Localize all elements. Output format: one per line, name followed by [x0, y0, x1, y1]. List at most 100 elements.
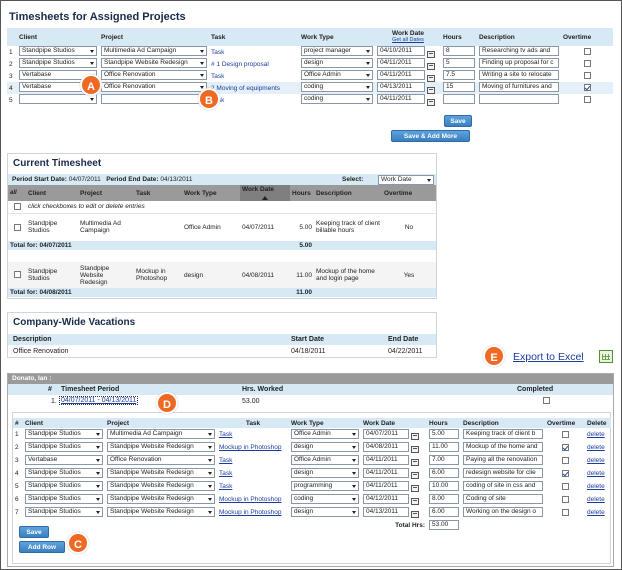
calendar-icon[interactable] [426, 74, 435, 82]
timesheet-entry-row[interactable]: Standpipe Studios Multimedia Ad Campaign… [8, 213, 436, 241]
calendar-icon[interactable] [410, 446, 419, 454]
work-type-select[interactable]: design [291, 467, 359, 478]
delete-link[interactable]: delete [587, 509, 605, 516]
export-to-excel-link[interactable]: Export to Excel [513, 351, 584, 363]
work-type-select[interactable]: coding [301, 82, 373, 92]
entry-checkbox[interactable] [13, 223, 21, 231]
project-select[interactable]: Standpipe Website Redesign [107, 506, 215, 517]
task-link[interactable]: Mockup in Photoshop [219, 444, 282, 451]
delete-link[interactable]: delete [587, 431, 605, 438]
project-select[interactable]: Multimedia Ad Campaign [107, 428, 215, 439]
work-type-select[interactable]: Office Admin [291, 428, 359, 439]
work-type-select[interactable]: design [301, 58, 373, 68]
overtime-checkbox[interactable] [583, 48, 591, 56]
overtime-checkbox[interactable] [583, 72, 591, 80]
work-date-input[interactable]: 04/11/2011 [377, 94, 425, 104]
overtime-checkbox[interactable] [561, 456, 569, 464]
task-link[interactable]: Task [219, 470, 232, 477]
work-date-input[interactable]: 04/13/2011 [363, 506, 409, 517]
work-type-select[interactable]: coding [301, 94, 373, 104]
hours-input[interactable]: 15 [443, 82, 475, 92]
task-link[interactable]: Task [211, 73, 224, 80]
description-input[interactable]: Paying all the renovation [463, 454, 543, 465]
work-date-input[interactable]: 04/11/2011 [377, 58, 425, 68]
client-select[interactable]: Standpipe Studios [25, 467, 103, 478]
calendar-icon[interactable] [426, 98, 435, 106]
excel-icon[interactable] [599, 350, 613, 363]
hours-input[interactable]: 6.00 [429, 467, 459, 478]
overtime-checkbox[interactable] [561, 482, 569, 490]
overtime-checkbox[interactable] [561, 430, 569, 438]
select-all-label[interactable]: all [8, 185, 26, 201]
sort-select[interactable]: Work Date [378, 175, 434, 185]
client-select[interactable]: Standpipe Studios [19, 58, 97, 68]
project-select[interactable] [101, 94, 207, 104]
description-input[interactable]: redesign website for clie [463, 467, 543, 478]
project-select[interactable]: Office Renovation [101, 70, 207, 80]
description-input[interactable]: Mockup of the home and [463, 441, 543, 452]
description-input[interactable]: Moving of furnitures and [479, 82, 559, 92]
delete-link[interactable]: delete [587, 444, 605, 451]
client-select[interactable]: Standpipe Studios [25, 506, 103, 517]
overtime-checkbox[interactable] [583, 96, 591, 104]
hours-input[interactable]: 6.00 [429, 506, 459, 517]
task-link[interactable]: Mockup in Photoshop [219, 496, 282, 503]
hours-input[interactable]: 8.00 [429, 493, 459, 504]
client-select[interactable]: Standpipe Studios [19, 46, 97, 56]
client-select[interactable]: Standpipe Studios [25, 480, 103, 491]
client-select[interactable]: Vertabase [25, 454, 103, 465]
save-add-more-button[interactable]: Save & Add More [391, 130, 470, 142]
project-select[interactable]: Standpipe Website Redesign [107, 493, 215, 504]
work-type-select[interactable]: programming [291, 480, 359, 491]
work-type-select[interactable]: coding [291, 493, 359, 504]
calendar-icon[interactable] [410, 511, 419, 519]
work-type-select[interactable]: Office Admin [291, 454, 359, 465]
description-input[interactable]: Researching tv ads and [479, 46, 559, 56]
overtime-checkbox[interactable] [583, 84, 591, 92]
calendar-icon[interactable] [410, 498, 419, 506]
work-date-input[interactable]: 04/13/2011 [377, 82, 425, 92]
description-input[interactable]: Keeping track of client b [463, 428, 543, 439]
hours-input[interactable]: 7.00 [429, 454, 459, 465]
overtime-checkbox[interactable] [561, 469, 569, 477]
work-type-select[interactable]: design [291, 506, 359, 517]
project-select[interactable]: Multimedia Ad Campaign [101, 46, 207, 56]
select-all-checkbox[interactable] [13, 203, 21, 211]
calendar-icon[interactable] [410, 459, 419, 467]
client-select[interactable]: Standpipe Studios [25, 441, 103, 452]
save-button[interactable]: Save [444, 115, 472, 127]
overtime-checkbox[interactable] [561, 495, 569, 503]
delete-link[interactable]: delete [587, 496, 605, 503]
hours-input[interactable]: 5.00 [429, 428, 459, 439]
work-date-input[interactable]: 04/12/2011 [363, 493, 409, 504]
description-input[interactable]: Working on the design o [463, 506, 543, 517]
client-select[interactable]: Standpipe Studios [25, 493, 103, 504]
calendar-icon[interactable] [410, 485, 419, 493]
timesheet-entry-row[interactable]: Standpipe Studios Standpipe Website Rede… [8, 262, 436, 288]
work-date-input[interactable]: 04/11/2011 [363, 480, 409, 491]
task-link[interactable]: Task [211, 49, 224, 56]
get-all-dates-link[interactable]: Get all Dates [377, 37, 439, 44]
work-type-select[interactable]: project manager [301, 46, 373, 56]
hours-input[interactable]: 8 [443, 46, 475, 56]
hours-input[interactable]: 5 [443, 58, 475, 68]
task-link[interactable]: Task [219, 431, 232, 438]
work-date-input[interactable]: 04/11/2011 [363, 454, 409, 465]
work-date-input[interactable]: 04/10/2011 [377, 46, 425, 56]
delete-link[interactable]: delete [587, 457, 605, 464]
project-select[interactable]: Standpipe Website Redesign [107, 480, 215, 491]
description-input[interactable]: Writing a site to relocate [479, 70, 559, 80]
task-link[interactable]: Task [219, 457, 232, 464]
project-select[interactable]: Standpipe Website Redesign [101, 58, 207, 68]
project-select[interactable]: Standpipe Website Redesign [107, 467, 215, 478]
calendar-icon[interactable] [426, 50, 435, 58]
work-date-input[interactable]: 04/11/2011 [363, 467, 409, 478]
description-input[interactable]: Coding of site [463, 493, 543, 504]
work-type-select[interactable]: design [291, 441, 359, 452]
work-type-select[interactable]: Office Admin [301, 70, 373, 80]
hours-input[interactable]: 10.00 [429, 480, 459, 491]
timesheet-period-link[interactable]: 04/07/2011 - 04/13/2011 [59, 396, 139, 405]
delete-link[interactable]: delete [587, 483, 605, 490]
calendar-icon[interactable] [426, 62, 435, 70]
calendar-icon[interactable] [410, 433, 419, 441]
